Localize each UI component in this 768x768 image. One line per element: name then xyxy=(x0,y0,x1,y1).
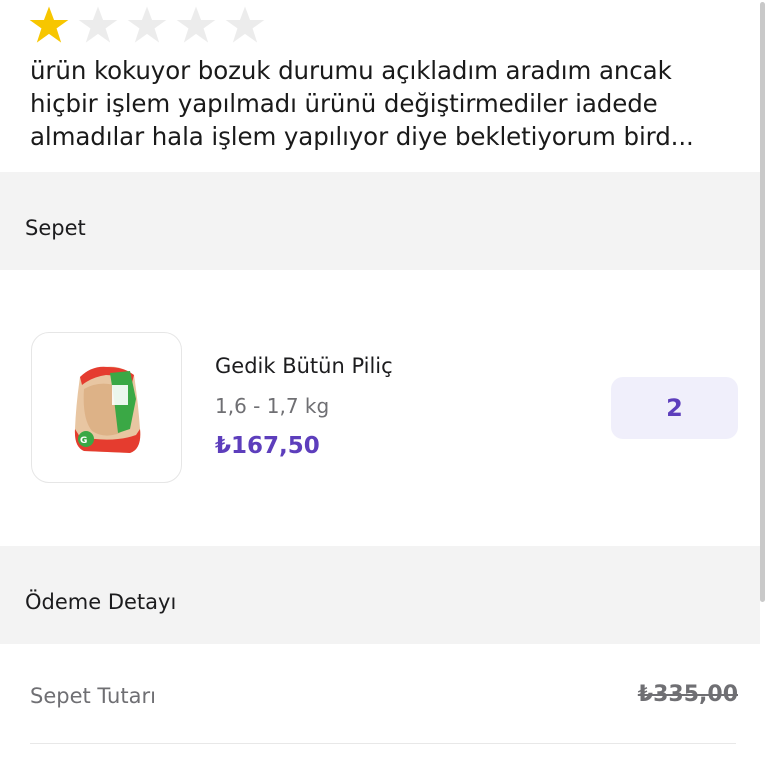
quantity-badge[interactable]: 2 xyxy=(611,377,738,439)
star-empty-icon xyxy=(225,6,265,43)
scrollbar[interactable] xyxy=(760,2,765,602)
whole-chicken-package-icon: G xyxy=(74,366,141,453)
basket-total-label: Sepet Tutarı xyxy=(30,684,156,708)
star-empty-icon xyxy=(78,6,118,43)
review-section: ürün kokuyor bozuk durumu açıkladım arad… xyxy=(0,0,768,172)
product-image: G xyxy=(31,332,182,483)
product-name: Gedik Bütün Piliç xyxy=(215,354,393,378)
svg-text:G: G xyxy=(80,436,87,446)
star-filled-icon xyxy=(29,6,69,43)
order-detail-page: ürün kokuyor bozuk durumu açıkladım arad… xyxy=(0,0,768,768)
divider xyxy=(30,743,736,744)
star-empty-icon xyxy=(176,6,216,43)
basket-total-value: ₺335,00 xyxy=(637,682,738,707)
basket-total-row: Sepet Tutarı ₺335,00 xyxy=(0,644,760,744)
payment-section-title: Ödeme Detayı xyxy=(25,590,177,614)
payment-section-header: Ödeme Detayı xyxy=(0,546,760,644)
product-price: ₺167,50 xyxy=(215,433,320,459)
review-text: ürün kokuyor bozuk durumu açıkladım arad… xyxy=(30,56,694,151)
star-empty-icon xyxy=(127,6,167,43)
cart-section-title: Sepet xyxy=(25,216,86,240)
product-weight: 1,6 - 1,7 kg xyxy=(215,394,330,418)
cart-item: G Gedik Bütün Piliç 1,6 - 1,7 kg ₺167,50… xyxy=(0,270,760,546)
cart-section-header: Sepet xyxy=(0,172,760,270)
rating-stars xyxy=(28,4,266,46)
